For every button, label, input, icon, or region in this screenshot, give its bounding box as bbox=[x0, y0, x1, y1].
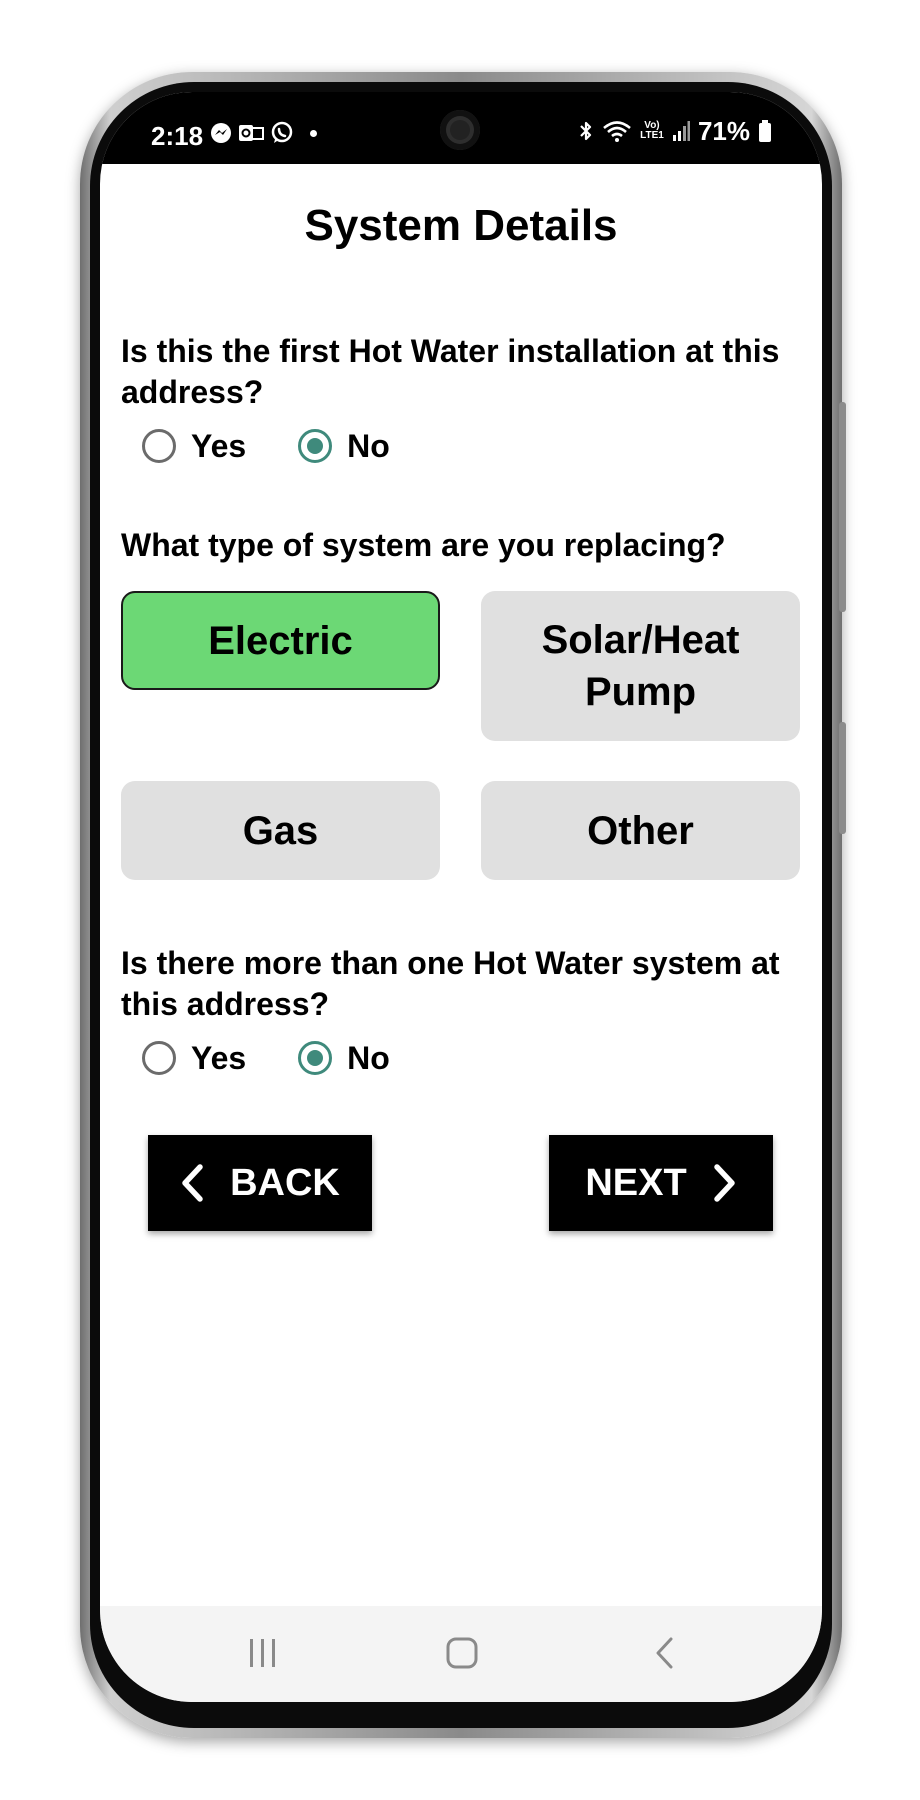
radio-group-multiple-systems: Yes No bbox=[142, 1041, 442, 1075]
power-button bbox=[839, 402, 846, 612]
system-type-other-button[interactable]: Other bbox=[481, 781, 800, 880]
radio-label-yes: Yes bbox=[191, 1040, 247, 1076]
signal-icon bbox=[672, 120, 690, 142]
radio-first-install-yes[interactable]: Yes bbox=[142, 429, 246, 463]
battery-icon bbox=[758, 119, 772, 143]
status-bar: 2:18 Vo) LTE1 71% bbox=[100, 92, 822, 164]
system-type-gas-button[interactable]: Gas bbox=[121, 781, 440, 880]
back-button[interactable]: BACK bbox=[148, 1135, 372, 1231]
chevron-right-icon bbox=[687, 1164, 737, 1202]
question-system-type: What type of system are you replacing? bbox=[121, 527, 726, 563]
battery-percentage: 71% bbox=[697, 116, 750, 146]
home-icon[interactable] bbox=[445, 1636, 479, 1675]
radio-multiple-systems-no[interactable]: No bbox=[298, 1041, 390, 1075]
radio-circle-checked[interactable] bbox=[298, 1041, 333, 1075]
radio-label-no: No bbox=[347, 428, 390, 464]
system-type-electric-button[interactable]: Electric bbox=[121, 591, 440, 690]
messenger-icon bbox=[210, 122, 232, 144]
screen: 2:18 Vo) LTE1 71% System Details Is this… bbox=[100, 92, 822, 1702]
back-button-label: BACK bbox=[230, 1161, 340, 1204]
outlook-icon bbox=[238, 122, 264, 144]
wifi-icon bbox=[602, 119, 632, 143]
android-navigation-bar bbox=[100, 1606, 822, 1702]
status-time: 2:18 bbox=[151, 121, 204, 151]
radio-first-install-no[interactable]: No bbox=[298, 429, 390, 463]
solar-heat-pump-label: Solar/Heat Pump bbox=[541, 618, 740, 714]
volume-button bbox=[839, 722, 846, 834]
recent-apps-icon[interactable] bbox=[247, 1636, 279, 1675]
radio-circle-checked[interactable] bbox=[298, 429, 333, 463]
next-button-label: NEXT bbox=[585, 1161, 687, 1204]
question-multiple-systems: Is there more than one Hot Water system … bbox=[121, 945, 780, 1022]
system-back-icon[interactable] bbox=[653, 1636, 677, 1675]
radio-circle-unchecked[interactable] bbox=[142, 1041, 176, 1075]
radio-multiple-systems-yes[interactable]: Yes bbox=[142, 1041, 246, 1075]
notification-dot bbox=[310, 129, 317, 137]
question-first-installation: Is this the first Hot Water installation… bbox=[121, 333, 780, 410]
radio-circle-unchecked[interactable] bbox=[142, 429, 176, 463]
next-button[interactable]: NEXT bbox=[549, 1135, 773, 1231]
chevron-left-icon bbox=[180, 1164, 230, 1202]
radio-label-no: No bbox=[347, 1040, 390, 1076]
volte-icon: Vo) LTE1 bbox=[640, 121, 664, 141]
whatsapp-icon bbox=[270, 121, 294, 145]
notification-icons bbox=[210, 121, 317, 145]
front-camera bbox=[440, 110, 480, 150]
radio-label-yes: Yes bbox=[191, 428, 247, 464]
bluetooth-icon bbox=[578, 119, 594, 143]
system-status-icons: Vo) LTE1 71% bbox=[578, 118, 772, 144]
radio-group-first-installation: Yes No bbox=[142, 429, 442, 463]
page-title: System Details bbox=[304, 201, 618, 250]
system-type-solar-heat-pump-button[interactable]: Solar/Heat Pump bbox=[481, 591, 800, 741]
stage: 2:18 Vo) LTE1 71% System Details Is this… bbox=[0, 0, 920, 1800]
volte-label-bottom: LTE1 bbox=[640, 130, 664, 141]
